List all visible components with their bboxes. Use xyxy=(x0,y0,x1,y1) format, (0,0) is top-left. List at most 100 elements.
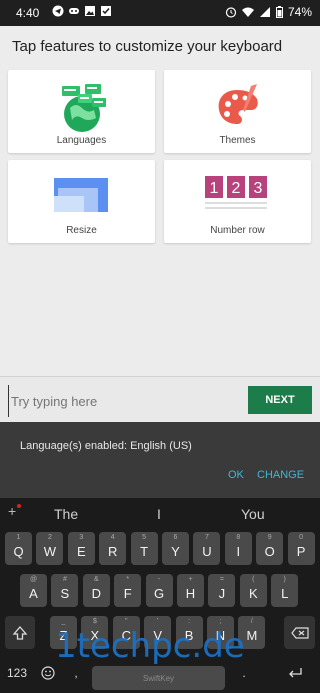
feature-label: Languages xyxy=(56,135,107,146)
key-r[interactable]: 4R xyxy=(99,532,127,565)
key-label: P xyxy=(296,544,306,559)
feature-tile-resize[interactable]: Resize xyxy=(8,160,155,243)
key-secondary-label: 2 xyxy=(47,534,52,541)
key-secondary-label: # xyxy=(62,576,67,583)
key-secondary-label: 3 xyxy=(79,534,84,541)
key-label: U xyxy=(202,544,212,559)
key-secondary-label: - xyxy=(157,576,161,583)
symbols-key[interactable]: 123 xyxy=(2,658,32,688)
key-e[interactable]: 3E xyxy=(67,532,95,565)
shift-key[interactable] xyxy=(5,616,35,649)
key-u[interactable]: 7U xyxy=(193,532,221,565)
key-h[interactable]: + H xyxy=(177,574,204,607)
key-label: K xyxy=(248,586,258,601)
key-label: Q xyxy=(13,544,24,559)
change-button[interactable]: CHANGE xyxy=(257,469,304,481)
key-a[interactable]: @ A xyxy=(20,574,47,607)
ok-button[interactable]: OK xyxy=(228,469,244,481)
watermark: 1techpc.de xyxy=(55,626,245,666)
key-secondary-label: 1 xyxy=(16,534,21,541)
key-d[interactable]: & D xyxy=(82,574,110,607)
prediction-right[interactable]: You xyxy=(241,506,265,522)
space-key[interactable]: SwiftKey xyxy=(92,666,225,690)
key-secondary-label: = xyxy=(219,576,224,583)
key-secondary-label: ; xyxy=(219,618,222,625)
key-label: R xyxy=(107,544,118,559)
key-label: D xyxy=(91,586,101,601)
key-label: F xyxy=(123,586,132,601)
battery-icon xyxy=(275,6,283,18)
key-l[interactable]: ) L xyxy=(271,574,299,607)
signal-icon xyxy=(259,7,270,17)
key-g[interactable]: -G xyxy=(145,574,173,607)
key-w[interactable]: 2W xyxy=(36,532,64,565)
feature-tile-languages[interactable]: Languages xyxy=(8,70,155,153)
feature-label: Resize xyxy=(66,225,97,236)
feature-label: Number row xyxy=(210,225,265,236)
key-secondary-label: 0 xyxy=(299,534,304,541)
backspace-key[interactable] xyxy=(284,616,315,649)
feature-label: Themes xyxy=(219,135,256,146)
key-p[interactable]: 0P xyxy=(287,532,315,565)
key-secondary-label: 9 xyxy=(267,534,272,541)
key-secondary-label: $ xyxy=(92,618,97,625)
key-label: O xyxy=(264,544,275,559)
key-secondary-label: 6 xyxy=(173,534,178,541)
digit-1: 1 xyxy=(209,180,218,197)
key-secondary-label: 7 xyxy=(204,534,209,541)
resize-icon xyxy=(53,178,108,212)
prediction-center[interactable]: I xyxy=(157,506,161,522)
prediction-left[interactable]: The xyxy=(54,506,78,522)
key-label: L xyxy=(281,586,289,601)
key-label: A xyxy=(29,586,38,601)
key-f[interactable]: * F xyxy=(114,574,142,607)
digit-3: 3 xyxy=(253,180,262,197)
key-secondary-label: ' xyxy=(157,618,159,625)
next-button[interactable]: NEXT xyxy=(248,386,312,414)
key-label: E xyxy=(76,544,86,559)
key-label: S xyxy=(60,586,70,601)
digit-2: 2 xyxy=(231,180,240,197)
palette-icon xyxy=(218,84,258,124)
key-q[interactable]: 1Q xyxy=(5,532,32,565)
typing-bar: NEXT xyxy=(0,376,320,423)
key-j[interactable]: = J xyxy=(208,574,236,607)
key-o[interactable]: 9O xyxy=(256,532,284,565)
key-secondary-label: ) xyxy=(283,576,286,583)
page-title: Tap features to customize your keyboard xyxy=(12,38,283,55)
key-label: I xyxy=(236,544,241,559)
key-label: T xyxy=(140,544,149,559)
key-secondary-label: 5 xyxy=(142,534,147,541)
key-label: G xyxy=(154,586,165,601)
key-secondary-label: : xyxy=(188,618,191,625)
enter-icon xyxy=(289,668,302,678)
gamepad-icon xyxy=(69,8,79,14)
key-secondary-label: @ xyxy=(29,576,38,583)
toolbar-expand-icon[interactable]: + xyxy=(8,503,16,519)
wifi-icon xyxy=(241,7,254,17)
key-secondary-label: / xyxy=(250,618,253,625)
prediction-bar: + The I You xyxy=(0,498,320,528)
try-typing-input[interactable] xyxy=(8,385,243,417)
key-secondary-label: 4 xyxy=(110,534,115,541)
emoji-icon xyxy=(41,666,55,680)
status-right: 74% xyxy=(225,5,312,19)
alarm-icon xyxy=(225,7,237,18)
key-label: J xyxy=(218,586,226,601)
enter-key[interactable] xyxy=(280,658,310,688)
key-y[interactable]: 6Y xyxy=(162,532,189,565)
globe-icon xyxy=(61,84,106,132)
key-t[interactable]: 5T xyxy=(130,532,158,565)
battery-percent: 74% xyxy=(287,5,312,19)
key-secondary-label: _ xyxy=(61,618,66,625)
notification-icons xyxy=(52,5,112,17)
feature-tile-themes[interactable]: Themes xyxy=(164,70,311,153)
snackbar-message: Language(s) enabled: English (US) xyxy=(20,440,192,452)
key-label: W xyxy=(43,544,57,559)
feature-tile-number-row[interactable]: 1 2 3 Number row xyxy=(164,160,311,243)
image-icon xyxy=(85,6,95,16)
key-s[interactable]: # S xyxy=(51,574,79,607)
key-i[interactable]: 8I xyxy=(224,532,252,565)
key-k[interactable]: (K xyxy=(239,574,267,607)
status-bar: 4:40 74% xyxy=(0,0,320,26)
